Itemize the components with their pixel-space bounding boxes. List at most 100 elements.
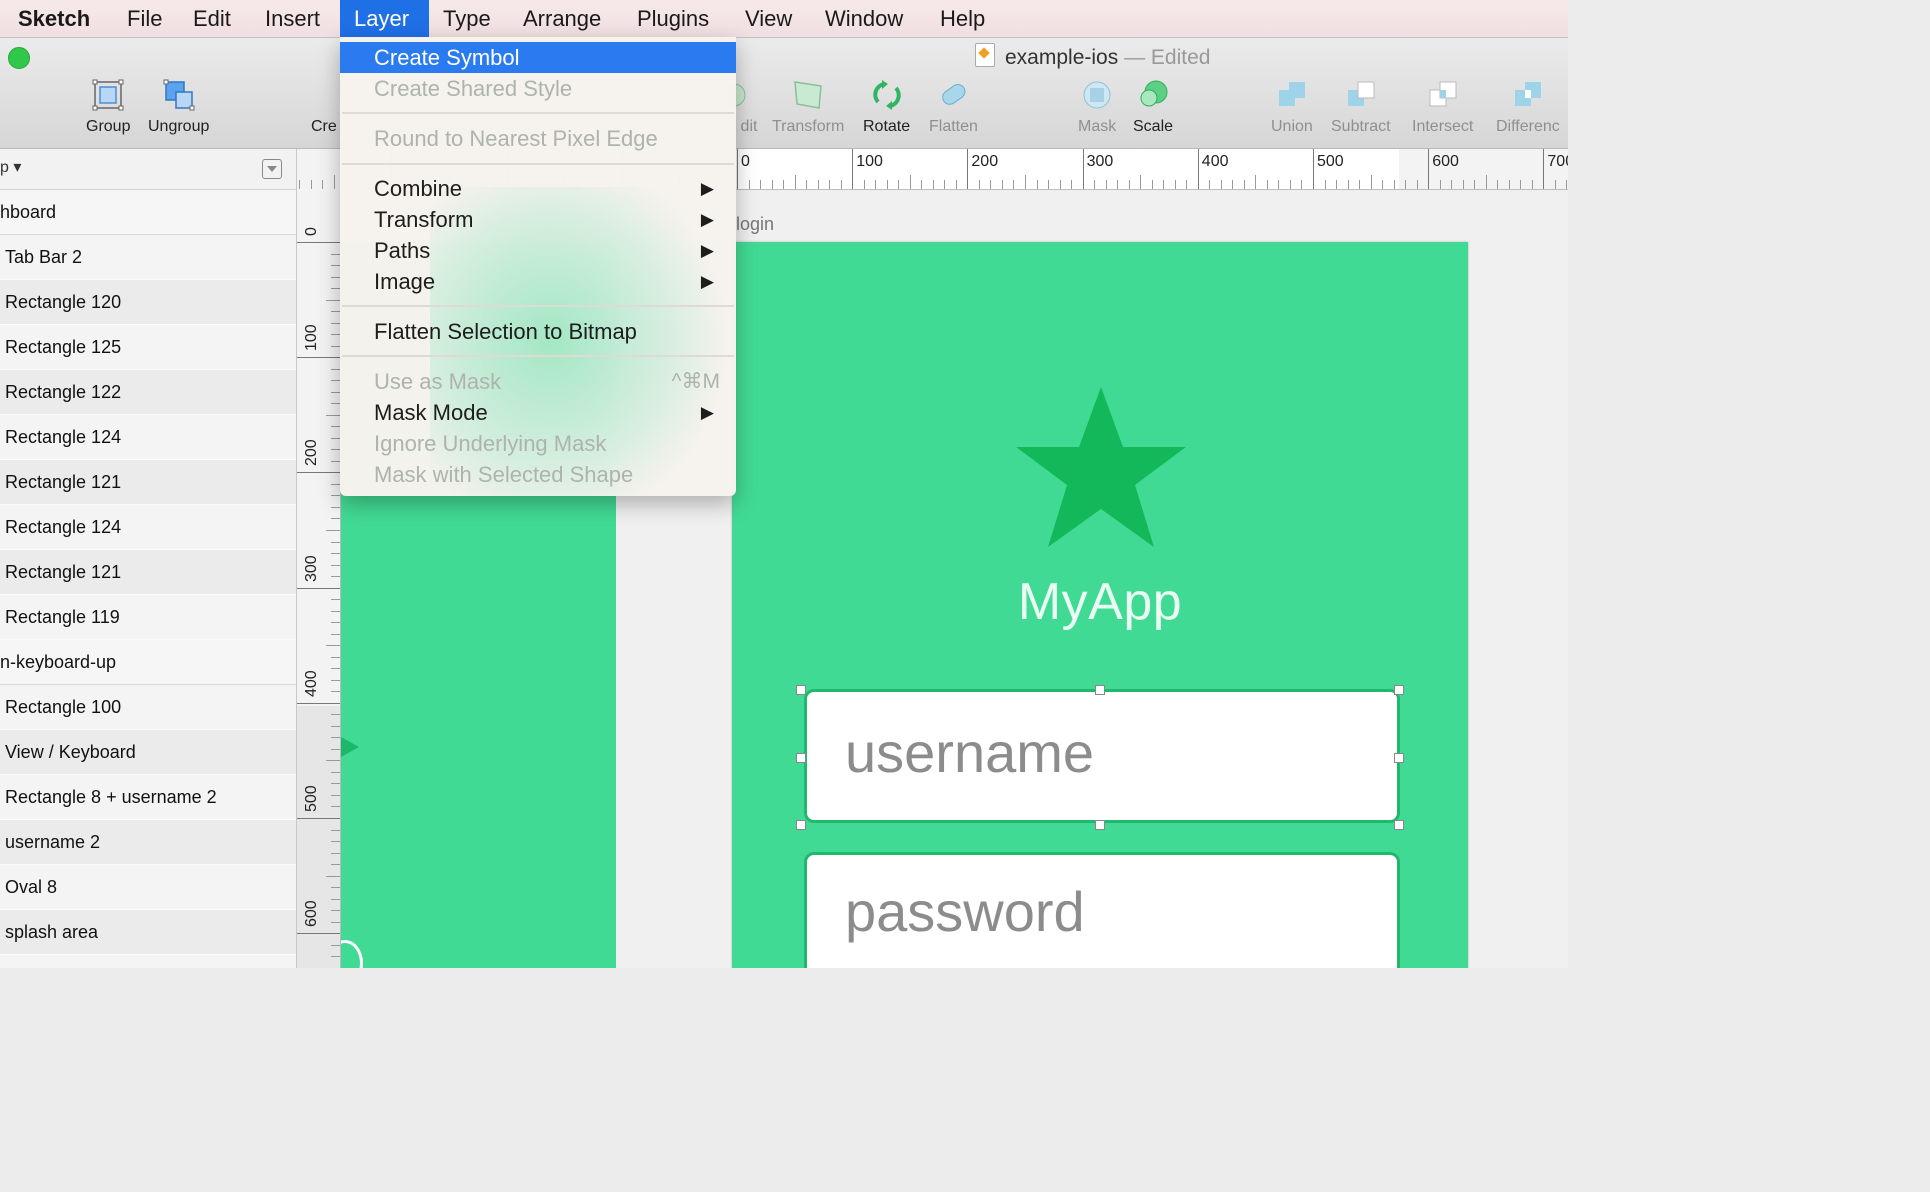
resize-handle-br[interactable]	[1394, 820, 1404, 830]
ungroup-button[interactable]: Ungroup	[148, 78, 209, 136]
layer-row[interactable]: Rectangle 124	[0, 415, 296, 460]
create-symbol-toolbar-button[interactable]: Cre	[311, 118, 337, 136]
vertical-ruler[interactable]: 0 100 200 300 400 500 600	[297, 189, 341, 968]
layer-row[interactable]: Tab Bar 2	[0, 235, 296, 280]
transform-button[interactable]: Transform	[772, 78, 844, 136]
username-field[interactable]	[804, 689, 1400, 823]
ruler-major-tick	[297, 933, 340, 935]
password-field[interactable]	[804, 852, 1400, 968]
resize-handle-tl[interactable]	[796, 685, 806, 695]
layer-row[interactable]: Rectangle 125	[0, 325, 296, 370]
layer-row[interactable]: username 2	[0, 820, 296, 865]
page-selector[interactable]: p ▾	[0, 149, 296, 190]
layer-group-row[interactable]: hboard	[0, 190, 296, 235]
ruler-major-tick	[1082, 149, 1084, 189]
layer-row[interactable]: Rectangle 1	[0, 955, 296, 968]
menu-separator	[342, 112, 734, 114]
scale-button[interactable]: Scale	[1133, 78, 1173, 136]
menu-arrange[interactable]: Arrange	[523, 0, 601, 37]
difference-button[interactable]: Differenc	[1496, 78, 1560, 136]
menu-item-flatten-to-bitmap[interactable]: Flatten Selection to Bitmap	[340, 316, 736, 347]
ruler-tick	[1566, 180, 1568, 189]
ruler-major-tick	[297, 242, 340, 243]
ruler-major-tick	[967, 149, 969, 189]
ruler-tick	[331, 737, 340, 739]
menu-item-create-shared-style: Create Shared Style	[374, 76, 573, 101]
subtract-button[interactable]: Subtract	[1331, 78, 1391, 136]
resize-handle-ml[interactable]	[796, 753, 806, 763]
ruler-tick	[771, 180, 773, 189]
layer-row[interactable]: Oval 8	[0, 865, 296, 910]
ruler-tick	[1301, 180, 1303, 189]
ruler-tick	[1462, 180, 1464, 189]
submenu-arrow-icon: ▶	[700, 241, 714, 260]
menu-plugins[interactable]: Plugins	[637, 0, 709, 37]
ruler-tick	[331, 288, 340, 290]
layer-group-row[interactable]: n-keyboard-up	[0, 640, 296, 685]
layer-row[interactable]: splash area	[0, 910, 296, 955]
menu-window[interactable]: Window	[825, 0, 903, 37]
resize-handle-mr[interactable]	[1394, 753, 1404, 763]
layer-row[interactable]: Rectangle 120	[0, 280, 296, 325]
menu-item-transform[interactable]: Transform ▶	[340, 204, 736, 235]
layer-row[interactable]: Rectangle 122	[0, 370, 296, 415]
ruler-tick	[331, 403, 340, 405]
layer-row[interactable]: Rectangle 121	[0, 550, 296, 595]
ruler-tick	[331, 864, 340, 866]
menu-item-paths[interactable]: Paths ▶	[340, 235, 736, 266]
ruler-tick	[331, 276, 340, 278]
menu-item-image[interactable]: Image ▶	[340, 266, 736, 297]
mask-button[interactable]: Mask	[1078, 78, 1116, 136]
menu-item-mask-mode[interactable]: Mask Mode ▶	[340, 397, 736, 428]
triangle-shape	[341, 737, 359, 757]
layer-row[interactable]: Rectangle 100	[0, 685, 296, 730]
ruler-tick	[331, 714, 340, 716]
ruler-tick	[1554, 180, 1556, 189]
menu-sketch[interactable]: Sketch	[18, 0, 90, 37]
artboard-label[interactable]: login	[736, 214, 774, 235]
layer-row[interactable]: Rectangle 8 + username 2	[0, 775, 296, 820]
ruler-tick	[331, 495, 340, 497]
ruler-tick	[1370, 175, 1372, 189]
menu-layer[interactable]: Layer	[340, 0, 429, 37]
ruler-tick	[331, 483, 340, 485]
ruler-tick	[1451, 180, 1453, 189]
flatten-icon	[942, 84, 966, 105]
flatten-button[interactable]: Flatten	[929, 78, 978, 136]
menu-edit[interactable]: Edit	[193, 0, 231, 37]
resize-handle-tc[interactable]	[1095, 685, 1105, 695]
ruler-tick	[326, 875, 340, 877]
resize-handle-bl[interactable]	[796, 820, 806, 830]
artboard-login[interactable]: MyApp	[732, 242, 1468, 968]
intersect-button[interactable]: Intersect	[1412, 78, 1473, 136]
menu-item-combine[interactable]: Combine ▶	[340, 173, 736, 204]
menu-item-create-symbol[interactable]: Create Symbol	[340, 42, 736, 73]
resize-handle-tr[interactable]	[1394, 685, 1404, 695]
ruler-tick	[331, 668, 340, 670]
menu-type[interactable]: Type	[443, 0, 491, 37]
ruler-tick	[1140, 175, 1142, 189]
edit-button[interactable]: dit	[728, 78, 762, 136]
menu-view[interactable]: View	[745, 0, 792, 37]
ruler-tick	[331, 656, 340, 658]
menu-help[interactable]: Help	[940, 0, 985, 37]
ruler-tick	[331, 322, 340, 324]
ruler-tick	[333, 175, 335, 189]
layer-row[interactable]: Rectangle 119	[0, 595, 296, 640]
resize-handle-bc[interactable]	[1095, 820, 1105, 830]
layer-row[interactable]: Rectangle 121	[0, 460, 296, 505]
rotate-button[interactable]: Rotate	[863, 78, 910, 136]
menu-file[interactable]: File	[127, 0, 162, 37]
filter-icon[interactable]	[262, 159, 282, 179]
layer-row[interactable]: View / Keyboard	[0, 730, 296, 775]
group-button[interactable]: Group	[86, 78, 130, 136]
layer-row[interactable]: Rectangle 124	[0, 505, 296, 550]
username-input[interactable]	[845, 720, 1385, 785]
ruler-tick	[331, 265, 340, 267]
ruler-tick	[331, 921, 340, 923]
window-zoom-button[interactable]	[8, 47, 30, 69]
ruler-tick	[1336, 180, 1338, 189]
menu-insert[interactable]: Insert	[265, 0, 320, 37]
union-button[interactable]: Union	[1271, 78, 1313, 136]
password-input[interactable]	[845, 879, 1385, 944]
